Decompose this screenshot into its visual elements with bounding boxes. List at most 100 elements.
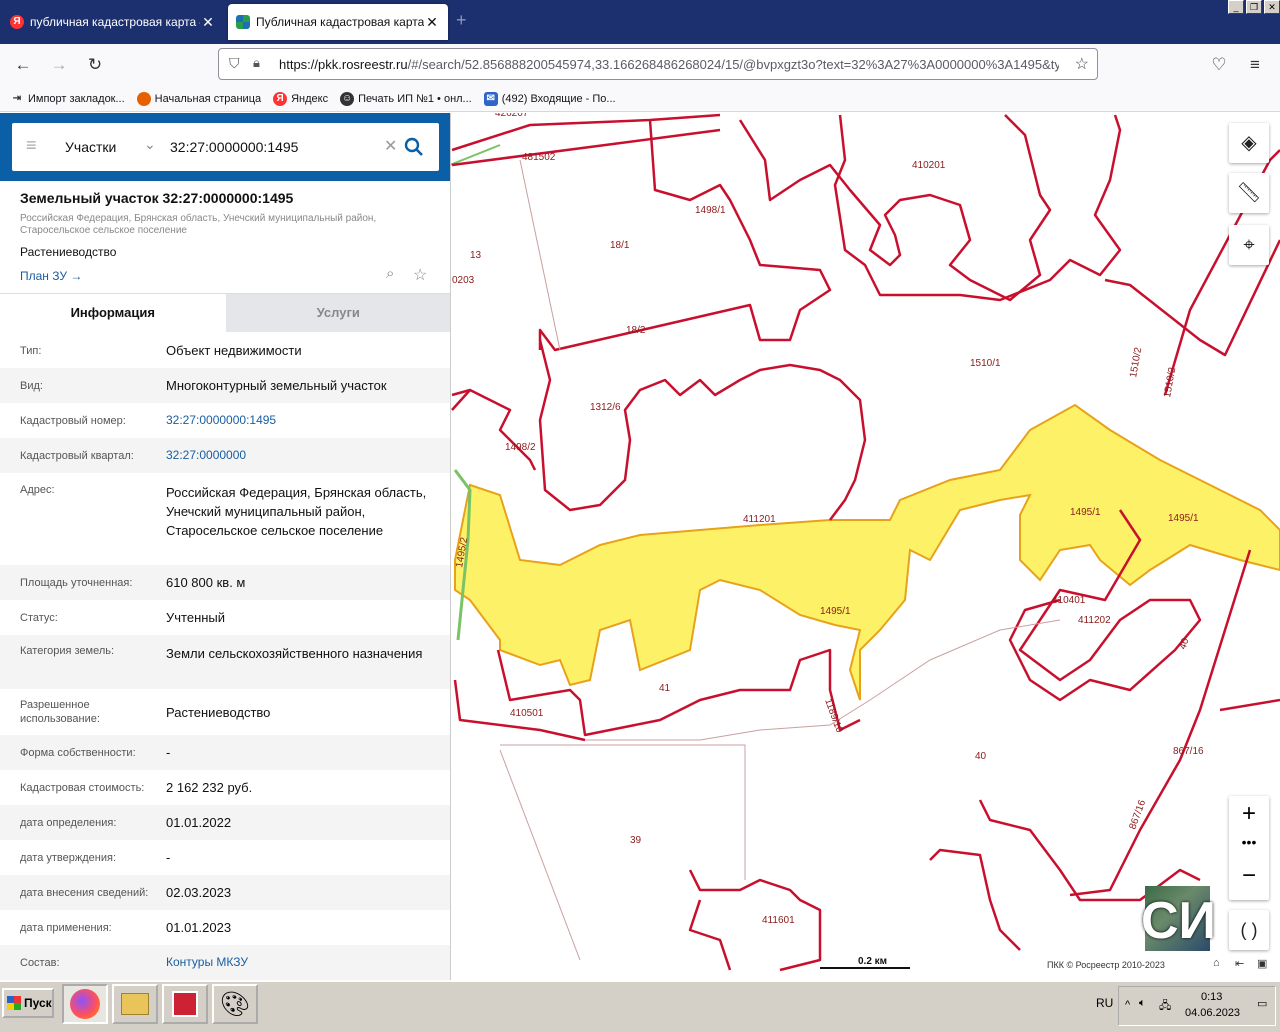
row-value: Объект недвижимости [166,343,302,358]
home-icon[interactable]: ⌂ [1213,957,1220,969]
category-select[interactable]: Участки [65,139,116,155]
tab-title: публичная кадастровая карта — [30,15,200,29]
cadastral-number-link[interactable]: 32:27:0000000:1495 [166,411,450,430]
cadastral-quarter-link[interactable]: 32:27:0000000 [166,446,450,465]
search-header: ≡ Участки ⌄ 32:27:0000000:1495 ✕ [0,113,450,181]
favorite-icon[interactable]: ☆ [413,265,427,285]
map-label: 18/1 [610,240,630,251]
map-label: 410201 [912,160,946,171]
map-label: 411601 [762,915,795,926]
lock-icon[interactable]: 🔒︎ [253,55,260,71]
row-value: 610 800 кв. м [166,575,246,590]
cadastral-map[interactable]: 426207 481502 410201 1498/1 18/1 13 0203… [451,113,1280,980]
map-label: 1498/1 [695,205,726,216]
map-label: 1495/1 [1168,513,1199,524]
minimize-icon[interactable]: _ [1228,0,1244,14]
menu-icon[interactable]: ≡ [1244,54,1266,76]
forward-icon[interactable]: → [48,54,70,76]
print-icon[interactable]: ▣ [1257,957,1267,970]
hamburger-icon[interactable]: ≡ [26,135,37,156]
zoom-controls: + ••• − [1229,796,1269,900]
row-value: 01.01.2022 [166,815,232,830]
row-value: Учтенный [166,610,226,625]
clock-time[interactable]: 0:13 [1201,991,1222,1003]
ruler-icon[interactable]: 📏︎ [1229,173,1269,213]
more-icon[interactable]: ••• [1229,832,1269,858]
parcel-usage: Растениеводство [20,245,117,259]
shield-icon[interactable]: ⛉ [229,55,240,72]
map-label: 1510/2 [1162,366,1178,398]
row-value: Растениеводство [166,704,271,720]
bookmark-label: Печать ИП №1 • онл... [358,92,472,105]
close-window-icon[interactable]: ✕ [1264,0,1280,14]
plan-link[interactable]: План ЗУ → [20,269,82,283]
app-taskbar-button[interactable] [162,984,208,1024]
bookmark-home[interactable]: Начальная страница [136,91,261,106]
search-box: ≡ Участки ⌄ 32:27:0000000:1495 ✕ [12,123,439,171]
bookmark-mail[interactable]: ✉ (492) Входящие - По... [483,91,616,106]
layers-icon[interactable]: ◈ [1229,123,1269,163]
language-indicator[interactable]: RU [1096,996,1113,1010]
row-key: дата определения: [20,816,117,829]
table-row: Тип: Объект недвижимости [0,333,450,368]
zoom-in-button[interactable]: + [1229,796,1269,832]
tab-yandex[interactable]: Я публичная кадастровая карта — ✕ [2,4,224,40]
bookmark-import[interactable]: ⇥ Импорт закладок... [10,92,125,106]
reload-icon[interactable]: ↻ [84,54,106,76]
map-canvas[interactable]: 426207 481502 410201 1498/1 18/1 13 0203… [451,113,1280,980]
row-key: Тип: [20,344,42,357]
map-label: 1510/2 [1128,346,1144,378]
firefox-icon [70,989,100,1019]
bookmark-print[interactable]: ☺ Печать ИП №1 • онл... [340,91,472,106]
scale-label: 0.2 км [858,956,888,967]
back-icon[interactable]: ← [12,54,34,76]
new-tab-icon[interactable]: + [456,10,467,31]
fullscreen-icon[interactable]: ( ) [1229,910,1269,950]
tray-arrow-icon[interactable]: ^ [1125,999,1130,1011]
map-label: 1498/2 [505,442,536,453]
network-icon[interactable]: 🖧︎ [1159,997,1171,1016]
search-input[interactable]: 32:27:0000000:1495 [170,139,298,155]
zoom-to-icon[interactable]: ⌕ [386,265,394,282]
row-value: - [166,850,171,865]
paint-taskbar-button[interactable]: 🎨︎ [212,984,258,1024]
row-key: Вид: [20,379,43,392]
address-bar[interactable]: ⛉ 🔒︎ https://pkk.rosreestr.ru/#/search/5… [218,48,1098,80]
brand-watermark: СИ [1141,892,1216,950]
search-icon[interactable] [404,137,424,157]
desktop-icon[interactable]: ▭ [1257,997,1267,1010]
map-label: 410401 [1052,595,1086,606]
close-icon[interactable]: ✕ [200,14,216,31]
map-label: 18/2 [626,325,646,336]
row-value: Многоконтурный земельный участок [166,378,387,393]
bookmark-yandex[interactable]: Я Яндекс [273,91,328,106]
table-row: Кадастровая стоимость: 2 162 232 руб. [0,770,450,805]
restore-icon[interactable]: ❐ [1246,0,1262,14]
rosreestr-icon [236,15,250,29]
tab-pkk[interactable]: Публичная кадастровая карта ✕ [228,4,448,40]
close-icon[interactable]: ✕ [424,14,440,31]
clock-date[interactable]: 04.06.2023 [1185,1007,1240,1019]
tab-information[interactable]: Информация [0,294,226,332]
clear-icon[interactable]: ✕ [384,136,397,156]
highlighted-parcel[interactable] [454,403,1280,701]
arrow-icon[interactable]: ⇤ [1235,957,1244,970]
image-app-icon [172,991,198,1017]
tab-services[interactable]: Услуги [225,294,450,332]
zoom-out-button[interactable]: − [1229,858,1269,894]
start-button[interactable]: Пуск [2,988,54,1018]
pocket-icon[interactable]: ♡ [1208,54,1230,76]
row-key: Кадастровая стоимость: [20,781,145,794]
table-row: дата утверждения: - [0,840,450,875]
locate-icon[interactable]: ⌖ [1229,225,1269,265]
volume-icon[interactable]: 🔈︎ [1139,997,1146,1010]
contours-link[interactable]: Контуры МКЗУ [166,953,450,972]
row-key: дата внесения сведений: [20,886,149,899]
yandex-icon: Я [10,15,24,29]
explorer-taskbar-button[interactable] [112,984,158,1024]
star-icon[interactable]: ☆ [1075,54,1089,74]
firefox-taskbar-button[interactable] [62,984,108,1024]
table-row: дата внесения сведений: 02.03.2023 [0,875,450,910]
table-row: Кадастровый квартал: 32:27:0000000 [0,438,450,473]
chevron-down-icon[interactable]: ⌄ [144,136,156,153]
